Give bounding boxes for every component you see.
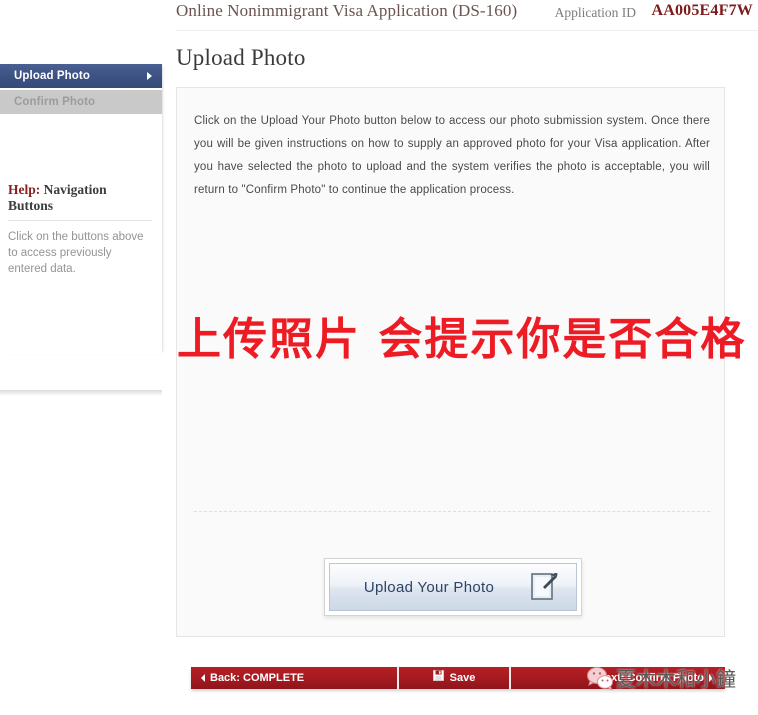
floppy-disk-icon (432, 667, 444, 689)
save-button-label: Save (449, 672, 476, 684)
back-button[interactable]: Back: COMPLETE (191, 667, 399, 689)
annotation-overlay-text: 上传照片 会提示你是否合格 (177, 314, 747, 365)
instructions-text: Click on the Upload Your Photo button be… (194, 115, 710, 196)
content-panel: Click on the Upload Your Photo button be… (176, 87, 747, 637)
app-title: Online Nonimmigrant Visa Application (DS… (176, 1, 518, 20)
app-header-inner: Online Nonimmigrant Visa Application (DS… (176, 0, 758, 30)
header-divider (176, 30, 758, 31)
help-body-text: Click on the buttons above to access pre… (8, 231, 144, 275)
chevron-right-icon (147, 72, 152, 80)
upload-your-photo-button[interactable]: Upload Your Photo (329, 563, 577, 611)
application-id-value: AA005E4F7W (651, 2, 753, 19)
application-id-label: Application ID (554, 5, 636, 20)
section-divider (194, 511, 710, 512)
save-button[interactable]: Save (399, 667, 511, 689)
help-divider (8, 220, 152, 221)
app-header: Online Nonimmigrant Visa Application (DS… (0, 0, 758, 32)
sidebar-item-confirm-photo[interactable]: Confirm Photo (0, 90, 162, 114)
sidebar-item-label: Upload Photo (14, 70, 90, 82)
page-title: Upload Photo (176, 45, 306, 70)
bottom-toolbar: Back: COMPLETE Save Next: Confirm Photo (191, 667, 725, 689)
sidebar-item-label: Confirm Photo (14, 96, 96, 108)
back-button-label: Back: COMPLETE (210, 672, 305, 684)
sidebar-item-upload-photo[interactable]: Upload Photo (0, 64, 162, 88)
help-title-accent: Help: (8, 182, 41, 197)
help-panel: Help: Navigation Buttons Click on the bu… (0, 182, 162, 277)
caret-right-icon (709, 674, 713, 682)
upload-button-label: Upload Your Photo (363, 578, 495, 596)
next-button[interactable]: Next: Confirm Photo (511, 667, 725, 689)
sidebar-bottom-shadow (0, 390, 162, 396)
upload-document-icon (530, 572, 558, 602)
next-button-label: Next: Confirm Photo (597, 672, 704, 684)
upload-button-frame: Upload Your Photo (324, 558, 582, 616)
help-title: Help: Navigation Buttons (8, 182, 152, 220)
caret-left-icon (201, 674, 205, 682)
